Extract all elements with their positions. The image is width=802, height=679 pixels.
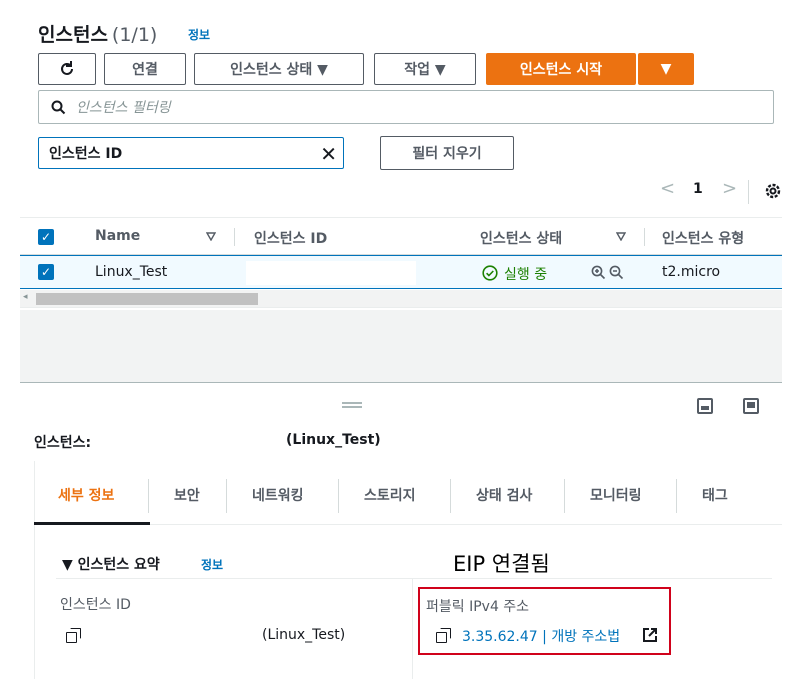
table-header: ✓ Name 인스턴스 ID 인스턴스 상태 인스턴스 유형: [20, 217, 782, 255]
page-number[interactable]: 1: [693, 181, 703, 197]
column-instance-id[interactable]: 인스턴스 ID: [254, 228, 327, 248]
tab-storage[interactable]: 스토리지: [364, 485, 416, 505]
panel-instance-name: (Linux_Test): [286, 432, 381, 448]
row-checkbox[interactable]: ✓: [38, 264, 54, 280]
pager-divider: [748, 180, 749, 204]
instance-filter-input[interactable]: 인스턴스 필터링: [38, 90, 774, 124]
tab-separator: [226, 479, 227, 513]
panel-bottom-icon[interactable]: [697, 398, 713, 414]
instance-state-dropdown[interactable]: 인스턴스 상태 ▼: [194, 53, 364, 85]
active-tab-indicator: [34, 522, 150, 525]
tab-networking[interactable]: 네트워킹: [252, 485, 304, 505]
tab-separator: [148, 479, 149, 513]
details-tabs: 세부 정보 보안 네트워킹 스토리지 상태 검사 모니터링 태그: [34, 473, 782, 525]
tab-separator: [676, 479, 677, 513]
info-link[interactable]: 정보: [188, 26, 210, 43]
summary-divider: [56, 578, 772, 579]
summary-info-link[interactable]: 정보: [201, 556, 223, 573]
tab-details[interactable]: 세부 정보: [58, 485, 114, 505]
column-separator: [234, 228, 235, 246]
tab-tags[interactable]: 태그: [702, 485, 728, 505]
launch-instance-button[interactable]: 인스턴스 시작: [486, 53, 636, 85]
page-title-text: 인스턴스: [38, 24, 108, 46]
instance-id-value: (Linux_Test): [262, 627, 346, 643]
row-instance-id[interactable]: [246, 261, 416, 285]
refresh-button[interactable]: [38, 53, 96, 85]
gear-icon[interactable]: [764, 182, 782, 200]
filter-caret-icon[interactable]: [206, 232, 216, 241]
tab-separator: [564, 479, 565, 513]
refresh-icon: [61, 61, 73, 75]
filter-caret-icon[interactable]: [616, 232, 626, 241]
clear-filters-button[interactable]: 필터 지우기: [380, 136, 514, 170]
scrollbar-thumb[interactable]: [36, 293, 258, 305]
column-separator: [644, 228, 645, 246]
panel-instance-label: 인스턴스:: [34, 435, 92, 451]
page-title: 인스턴스 (1/1): [38, 20, 157, 47]
split-divider[interactable]: [20, 382, 782, 383]
next-page-button[interactable]: >: [722, 178, 737, 199]
select-all-checkbox[interactable]: ✓: [38, 229, 54, 245]
tab-security[interactable]: 보안: [174, 485, 200, 505]
tab-separator: [338, 479, 339, 513]
column-instance-type[interactable]: 인스턴스 유형: [662, 228, 744, 248]
table-row[interactable]: ✓ Linux_Test 실행 중 t2.micro: [20, 255, 782, 289]
row-name: Linux_Test: [95, 264, 168, 280]
launch-dropdown-button[interactable]: ▼: [638, 53, 694, 85]
column-name[interactable]: Name: [95, 228, 140, 244]
tab-separator: [450, 479, 451, 513]
tab-monitoring[interactable]: 모니터링: [590, 485, 642, 505]
connect-button[interactable]: 연결: [104, 53, 186, 85]
column-divider: [412, 578, 413, 679]
search-placeholder: 인스턴스 필터링: [76, 100, 171, 116]
horizontal-scrollbar[interactable]: ◂: [20, 290, 782, 308]
actions-dropdown[interactable]: 작업 ▼: [374, 53, 476, 85]
zoom-in-icon[interactable]: [591, 265, 606, 280]
instance-id-label: 인스턴스 ID: [60, 597, 131, 613]
drag-handle-icon[interactable]: [342, 402, 362, 408]
instance-count: (1/1): [111, 24, 158, 46]
eip-annotation: EIP 연결됨: [453, 552, 550, 576]
search-icon: [51, 100, 66, 114]
filter-token[interactable]: 인스턴스 ID ✕: [38, 137, 344, 169]
column-instance-state[interactable]: 인스턴스 상태: [480, 228, 562, 248]
scroll-left-icon[interactable]: ◂: [23, 292, 28, 302]
check-circle-icon: [482, 265, 498, 281]
filter-token-label: 인스턴스 ID: [49, 146, 123, 162]
row-type: t2.micro: [662, 264, 721, 280]
table-empty-area: [20, 310, 782, 382]
copy-icon[interactable]: [66, 628, 81, 643]
prev-page-button[interactable]: <: [660, 178, 675, 199]
zoom-out-icon[interactable]: [609, 265, 624, 280]
row-state: 실행 중: [504, 267, 548, 283]
panel-side-icon[interactable]: [743, 398, 759, 414]
tab-status-checks[interactable]: 상태 검사: [476, 485, 532, 505]
summary-toggle[interactable]: ▼ 인스턴스 요약: [62, 554, 160, 574]
close-icon[interactable]: ✕: [320, 142, 337, 166]
eip-highlight-box: [418, 587, 671, 655]
